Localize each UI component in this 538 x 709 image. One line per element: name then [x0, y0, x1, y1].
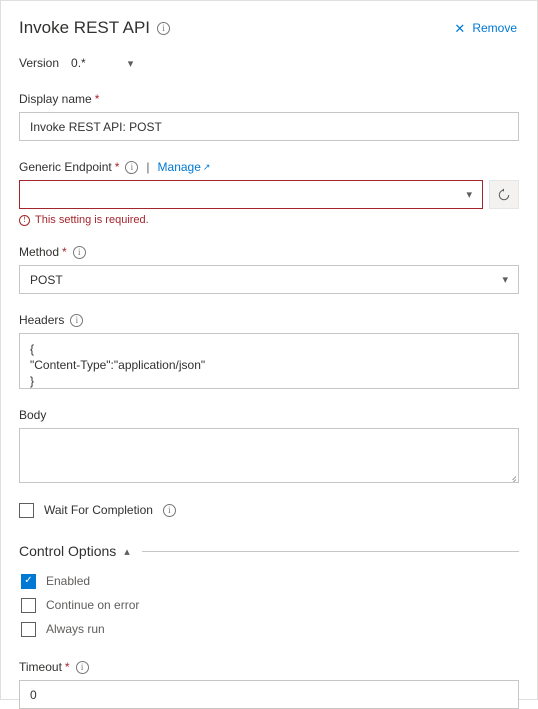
- wait-for-completion-checkbox[interactable]: [19, 502, 34, 518]
- title-group: Invoke REST API i: [19, 18, 171, 38]
- info-icon[interactable]: i: [75, 660, 89, 674]
- required-asterisk: *: [94, 92, 100, 106]
- timeout-label-row: Timeout * i: [19, 659, 519, 675]
- body-label: Body: [19, 408, 47, 422]
- timeout-label: Timeout: [19, 660, 62, 674]
- manage-link-label: Manage: [157, 160, 201, 174]
- refresh-endpoints-button[interactable]: [489, 180, 519, 209]
- enabled-checkbox[interactable]: ✓: [21, 573, 36, 589]
- info-icon[interactable]: i: [70, 313, 84, 327]
- label-separator: |: [146, 160, 150, 174]
- chevron-up-icon[interactable]: ▴: [124, 545, 130, 558]
- enabled-label: Enabled: [46, 574, 91, 588]
- timeout-field: Timeout * i 0: [19, 659, 519, 709]
- headers-label: Headers: [19, 313, 65, 327]
- method-label: Method: [19, 245, 60, 259]
- close-icon: ✕: [454, 20, 466, 36]
- body-field: Body: [19, 407, 519, 483]
- error-icon: !: [19, 214, 30, 226]
- generic-endpoint-error: ! This setting is required.: [19, 214, 519, 226]
- body-textarea[interactable]: [19, 428, 519, 483]
- display-name-field: Display name * Invoke REST API: POST: [19, 91, 519, 141]
- version-label: Version: [19, 56, 60, 70]
- headers-field: Headers i { "Content-Type":"application/…: [19, 312, 519, 389]
- error-message-text: This setting is required.: [35, 214, 149, 226]
- control-option-continue-on-error-row[interactable]: Continue on error: [21, 593, 519, 617]
- info-icon[interactable]: i: [162, 503, 176, 517]
- wait-for-completion-label: Wait For Completion: [44, 503, 153, 517]
- generic-endpoint-control-row: ▾: [19, 180, 519, 209]
- generic-endpoint-select[interactable]: ▾: [19, 180, 483, 209]
- chevron-down-icon: ▾: [502, 274, 508, 286]
- control-option-enabled-row[interactable]: ✓ Enabled: [21, 569, 519, 593]
- info-icon[interactable]: i: [125, 160, 139, 174]
- continue-on-error-label: Continue on error: [46, 598, 140, 612]
- external-link-icon: ↗: [202, 162, 211, 172]
- wait-for-completion-row[interactable]: Wait For Completion i: [19, 499, 519, 521]
- method-field: Method * i POST ▾: [19, 244, 519, 294]
- headers-label-row: Headers i: [19, 312, 519, 328]
- body-label-row: Body: [19, 407, 519, 423]
- resize-grip-icon[interactable]: [507, 472, 517, 482]
- required-asterisk: *: [62, 245, 67, 259]
- timeout-input[interactable]: 0: [19, 680, 519, 709]
- always-run-checkbox[interactable]: [21, 621, 36, 637]
- control-options-title: Control Options: [19, 543, 117, 559]
- always-run-label: Always run: [46, 622, 105, 636]
- section-divider: [141, 550, 519, 552]
- continue-on-error-checkbox[interactable]: [21, 597, 36, 613]
- display-name-input[interactable]: Invoke REST API: POST: [19, 112, 519, 141]
- method-value: POST: [30, 272, 63, 287]
- display-name-label-row: Display name *: [19, 91, 519, 107]
- page-title: Invoke REST API: [19, 18, 151, 37]
- remove-button-label: Remove: [472, 21, 517, 35]
- refresh-icon: [498, 188, 510, 200]
- info-icon[interactable]: i: [72, 245, 86, 259]
- info-icon[interactable]: i: [157, 21, 171, 35]
- headers-textarea[interactable]: { "Content-Type":"application/json" }: [19, 333, 519, 389]
- generic-endpoint-field: Generic Endpoint * i | Manage ↗ ▾ ! This…: [19, 159, 519, 226]
- version-row: Version 0.* ▾: [19, 53, 519, 73]
- invoke-rest-api-task-panel: Invoke REST API i ✕ Remove Version 0.* ▾…: [0, 0, 538, 709]
- method-label-row: Method * i: [19, 244, 519, 260]
- control-options-list: ✓ Enabled Continue on error Always run: [21, 569, 519, 641]
- chevron-down-icon[interactable]: ▾: [128, 57, 134, 70]
- version-value: 0.*: [71, 56, 86, 70]
- display-name-label: Display name: [19, 92, 92, 106]
- method-select[interactable]: POST ▾: [19, 265, 519, 294]
- generic-endpoint-label: Generic Endpoint: [19, 160, 112, 174]
- check-icon: ✓: [24, 575, 33, 586]
- panel-header: Invoke REST API i ✕ Remove: [19, 15, 519, 41]
- generic-endpoint-label-row: Generic Endpoint * i | Manage ↗: [19, 159, 519, 175]
- manage-link[interactable]: Manage ↗: [158, 159, 211, 175]
- chevron-down-icon: ▾: [466, 189, 472, 201]
- remove-button[interactable]: ✕ Remove: [452, 19, 519, 37]
- required-asterisk: *: [114, 160, 120, 174]
- control-options-header[interactable]: Control Options ▴: [19, 543, 519, 559]
- control-option-always-run-row[interactable]: Always run: [21, 617, 519, 641]
- required-asterisk: *: [64, 660, 70, 674]
